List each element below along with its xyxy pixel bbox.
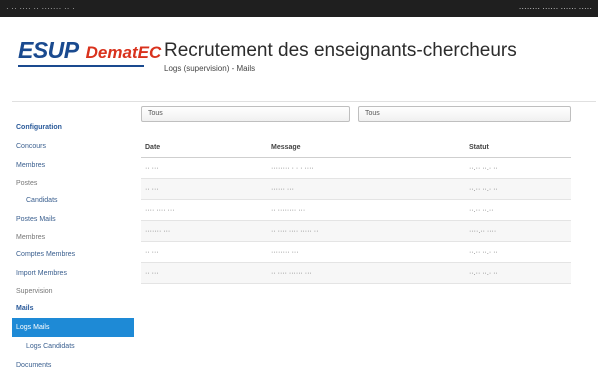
cell-status: ····.·· ···· <box>465 220 571 242</box>
table-row[interactable]: ·· ··· ········ ··· ··.·· ··.· ·· <box>141 241 571 263</box>
cell-date: ·· ··· <box>141 241 267 263</box>
cell-message: ········ ··· <box>267 241 465 263</box>
column-header-date[interactable]: Date <box>141 137 267 158</box>
sidebar-item[interactable]: Configuration <box>12 118 134 137</box>
filter-select-1[interactable]: Tous <box>141 106 350 122</box>
cell-message: ·· ···· ···· ····· ·· <box>267 220 465 242</box>
sidebar-item[interactable]: Concours <box>12 137 134 156</box>
page-header: ESUP DematEC Recrutement des enseignants… <box>0 17 598 97</box>
main-content: Tous Tous Date Message Statut ·· ··· ····… <box>141 106 571 284</box>
table-row[interactable]: ······· ··· ·· ···· ···· ····· ·· ····.·· … <box>141 220 571 242</box>
sidebar-item[interactable]: Membres <box>12 156 134 175</box>
filter-row: Tous Tous <box>141 106 571 124</box>
cell-date: ···· ···· ··· <box>141 199 267 221</box>
header-divider <box>12 101 596 102</box>
top-bar: · ·· ···· ·· ······· ·· · ········ ·····… <box>0 0 598 17</box>
logo-underline <box>18 65 144 67</box>
column-header-status[interactable]: Statut <box>465 137 571 158</box>
cell-message: ·· ···· ······ ··· <box>267 262 465 284</box>
cell-date: ·· ··· <box>141 157 267 179</box>
cell-date: ······· ··· <box>141 220 267 242</box>
table-row[interactable]: ·· ··· ·· ···· ······ ··· ··.·· ··.· ·· <box>141 262 571 284</box>
sidebar-nav: Configuration Concours Membres Postes Candid… <box>12 118 134 375</box>
table-row[interactable]: ·· ··· ······ ··· ··.·· ··.· ·· <box>141 178 571 200</box>
logo-dematec: DematEC <box>85 43 162 62</box>
sidebar-item[interactable]: Postes Mails <box>12 210 134 229</box>
cell-status: ··.·· ··.·· <box>465 199 571 221</box>
page-title: Recrutement des enseignants-chercheurs <box>164 40 517 61</box>
sidebar-item: Supervision <box>16 287 53 295</box>
title-block: Recrutement des enseignants-chercheurs L… <box>164 40 517 73</box>
table-row[interactable]: ·· ··· ········ · · · ···· ··.·· ··.· ·· <box>141 157 571 179</box>
table-row[interactable]: ···· ···· ··· ·· ········ ··· ··.·· ··.·· <box>141 199 571 221</box>
sidebar-item: Postes <box>16 179 38 187</box>
cell-status: ··.·· ··.· ·· <box>465 262 571 284</box>
sidebar-item: Membres <box>16 233 46 241</box>
filter-select-2[interactable]: Tous <box>358 106 571 122</box>
cell-status: ··.·· ··.· ·· <box>465 178 571 200</box>
sidebar-item[interactable]: Logs Candidats <box>12 337 134 356</box>
table-body: ·· ··· ········ · · · ···· ··.·· ··.· ·· ··… <box>141 157 571 284</box>
top-bar-left-text: · ·· ···· ·· ······· ·· · <box>6 4 75 13</box>
column-header-message[interactable]: Message <box>267 137 465 158</box>
sidebar-item[interactable]: Comptes Membres <box>12 245 134 264</box>
cell-status: ··.·· ··.· ·· <box>465 157 571 179</box>
cell-status: ··.·· ··.· ·· <box>465 241 571 263</box>
cell-date: ·· ··· <box>141 178 267 200</box>
sidebar-item[interactable]: Logs Mails <box>12 318 134 337</box>
esup-dematec-logo[interactable]: ESUP DematEC <box>18 37 161 67</box>
cell-message: ········ · · · ···· <box>267 157 465 179</box>
sidebar-item[interactable]: Import Membres <box>12 264 134 283</box>
sidebar-item[interactable]: Candidats <box>12 191 134 210</box>
page-subtitle: Logs (supervision) - Mails <box>164 64 256 73</box>
logs-table: Date Message Statut ·· ··· ········ · · ·… <box>141 137 571 284</box>
logo-esup: ESUP <box>18 37 79 63</box>
table-header-row: Date Message Statut <box>141 137 571 158</box>
cell-date: ·· ··· <box>141 262 267 284</box>
top-bar-user-links[interactable]: ········ ······ ······ ····· <box>519 4 592 13</box>
sidebar-item[interactable]: Mails <box>12 299 134 318</box>
sidebar-item[interactable]: Documents <box>12 356 134 375</box>
cell-message: ······ ··· <box>267 178 465 200</box>
cell-message: ·· ········ ··· <box>267 199 465 221</box>
